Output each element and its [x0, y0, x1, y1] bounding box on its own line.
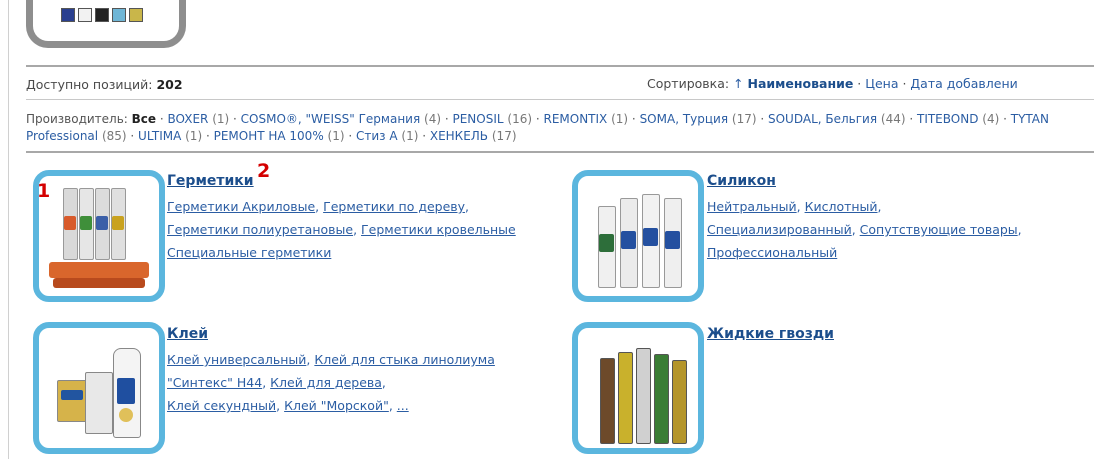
manufacturer-link[interactable]: Стиз А	[356, 129, 398, 143]
category-title-glue[interactable]: Клей	[167, 326, 208, 342]
category-link[interactable]: Герметики по дереву	[323, 199, 465, 214]
manufacturer-link[interactable]: REMONTIX	[543, 112, 607, 126]
more-link[interactable]: ...	[397, 398, 409, 413]
category-title-silicone[interactable]: Силикон	[707, 173, 776, 189]
category-link[interactable]: Кислотный	[805, 199, 878, 214]
left-border	[8, 0, 9, 459]
category-link[interactable]: Клей универсальный	[167, 352, 306, 367]
category-link[interactable]: Клей "Морской"	[284, 398, 389, 413]
manufacturer-link[interactable]: SOMA, Турция	[640, 112, 729, 126]
manufacturer-link[interactable]: SOUDAL, Бельгия	[768, 112, 877, 126]
category-link[interactable]: Герметики Акриловые	[167, 199, 315, 214]
category-title-sealants[interactable]: Герметики	[167, 173, 254, 189]
category-image-silicone[interactable]	[572, 170, 704, 302]
category-title-liquid-nails[interactable]: Жидкие гвозди	[707, 326, 834, 342]
manufacturer-link[interactable]: ULTIMA	[138, 129, 181, 143]
manufacturer-count: (17)	[491, 129, 517, 143]
manufacturer-link[interactable]: PENOSIL	[452, 112, 503, 126]
sort-option-date[interactable]: Дата добавлени	[910, 76, 1017, 91]
category-link[interactable]: Герметики полиуретановые	[167, 222, 353, 237]
divider	[26, 65, 1094, 67]
category-link[interactable]: Специальные герметики	[167, 245, 331, 260]
category-link[interactable]: Сопутствующие товары	[860, 222, 1018, 237]
category-image-glue[interactable]	[33, 322, 165, 454]
manufacturer-link[interactable]: TITEBOND	[917, 112, 978, 126]
category-image-liquid-nails[interactable]	[572, 322, 704, 454]
manufacturer-count: (1)	[327, 129, 345, 143]
manufacturer-count: (4)	[424, 112, 442, 126]
manufacturer-filter: Производитель: Все · BOXER (1) · COSMO®,…	[26, 112, 1049, 143]
manufacturer-count: (1)	[212, 112, 230, 126]
category-link[interactable]: Клей для дерева	[270, 375, 382, 390]
sort-option-price[interactable]: Цена	[865, 76, 898, 91]
sort-arrow-icon[interactable]: ↑	[733, 76, 743, 91]
category-links-glue: Клей универсальный, Клей для стыка линол…	[167, 352, 495, 413]
count-value: 202	[156, 77, 183, 92]
category-link[interactable]: Специализированный	[707, 222, 852, 237]
manufacturer-all[interactable]: Все	[132, 112, 156, 126]
manufacturer-count: (44)	[880, 112, 906, 126]
available-count: Доступно позиций: 202	[26, 77, 183, 92]
category-links-sealants: Герметики Акриловые, Герметики по дереву…	[167, 199, 516, 260]
category-link[interactable]: Герметики кровельные	[361, 222, 516, 237]
category-link[interactable]: Нейтральный	[707, 199, 797, 214]
manufacturer-count: (16)	[507, 112, 533, 126]
category-link[interactable]: Клей секундный	[167, 398, 276, 413]
manufacturer-link[interactable]: ХЕНКЕЛЬ	[430, 129, 488, 143]
divider	[26, 99, 1094, 100]
manufacturer-link[interactable]: РЕМОНТ НА 100%	[214, 129, 324, 143]
sort-bar: Сортировка: ↑ Наименование · Цена · Дата…	[647, 76, 1018, 91]
manufacturer-count: (1)	[401, 129, 419, 143]
marker-2: 2	[257, 160, 271, 182]
divider	[26, 151, 1094, 153]
manufacturer-link[interactable]: COSMO®, "WEISS" Германия	[241, 112, 421, 126]
manufacturer-count: (1)	[611, 112, 629, 126]
manufacturer-count: (1)	[185, 129, 203, 143]
category-link[interactable]: Профессиональный	[707, 245, 837, 260]
manufacturer-count: (17)	[731, 112, 757, 126]
product-image-frame[interactable]	[26, 0, 186, 48]
manufacturer-count: (85)	[101, 129, 127, 143]
category-image-sealants[interactable]	[33, 170, 165, 302]
product-image	[61, 8, 143, 22]
category-links-silicone: Нейтральный, Кислотный, Специализированн…	[707, 199, 1022, 260]
sort-current[interactable]: Наименование	[748, 76, 854, 91]
manufacturer-link[interactable]: BOXER	[168, 112, 209, 126]
marker-1: 1	[37, 180, 51, 202]
manufacturer-count: (4)	[982, 112, 1000, 126]
